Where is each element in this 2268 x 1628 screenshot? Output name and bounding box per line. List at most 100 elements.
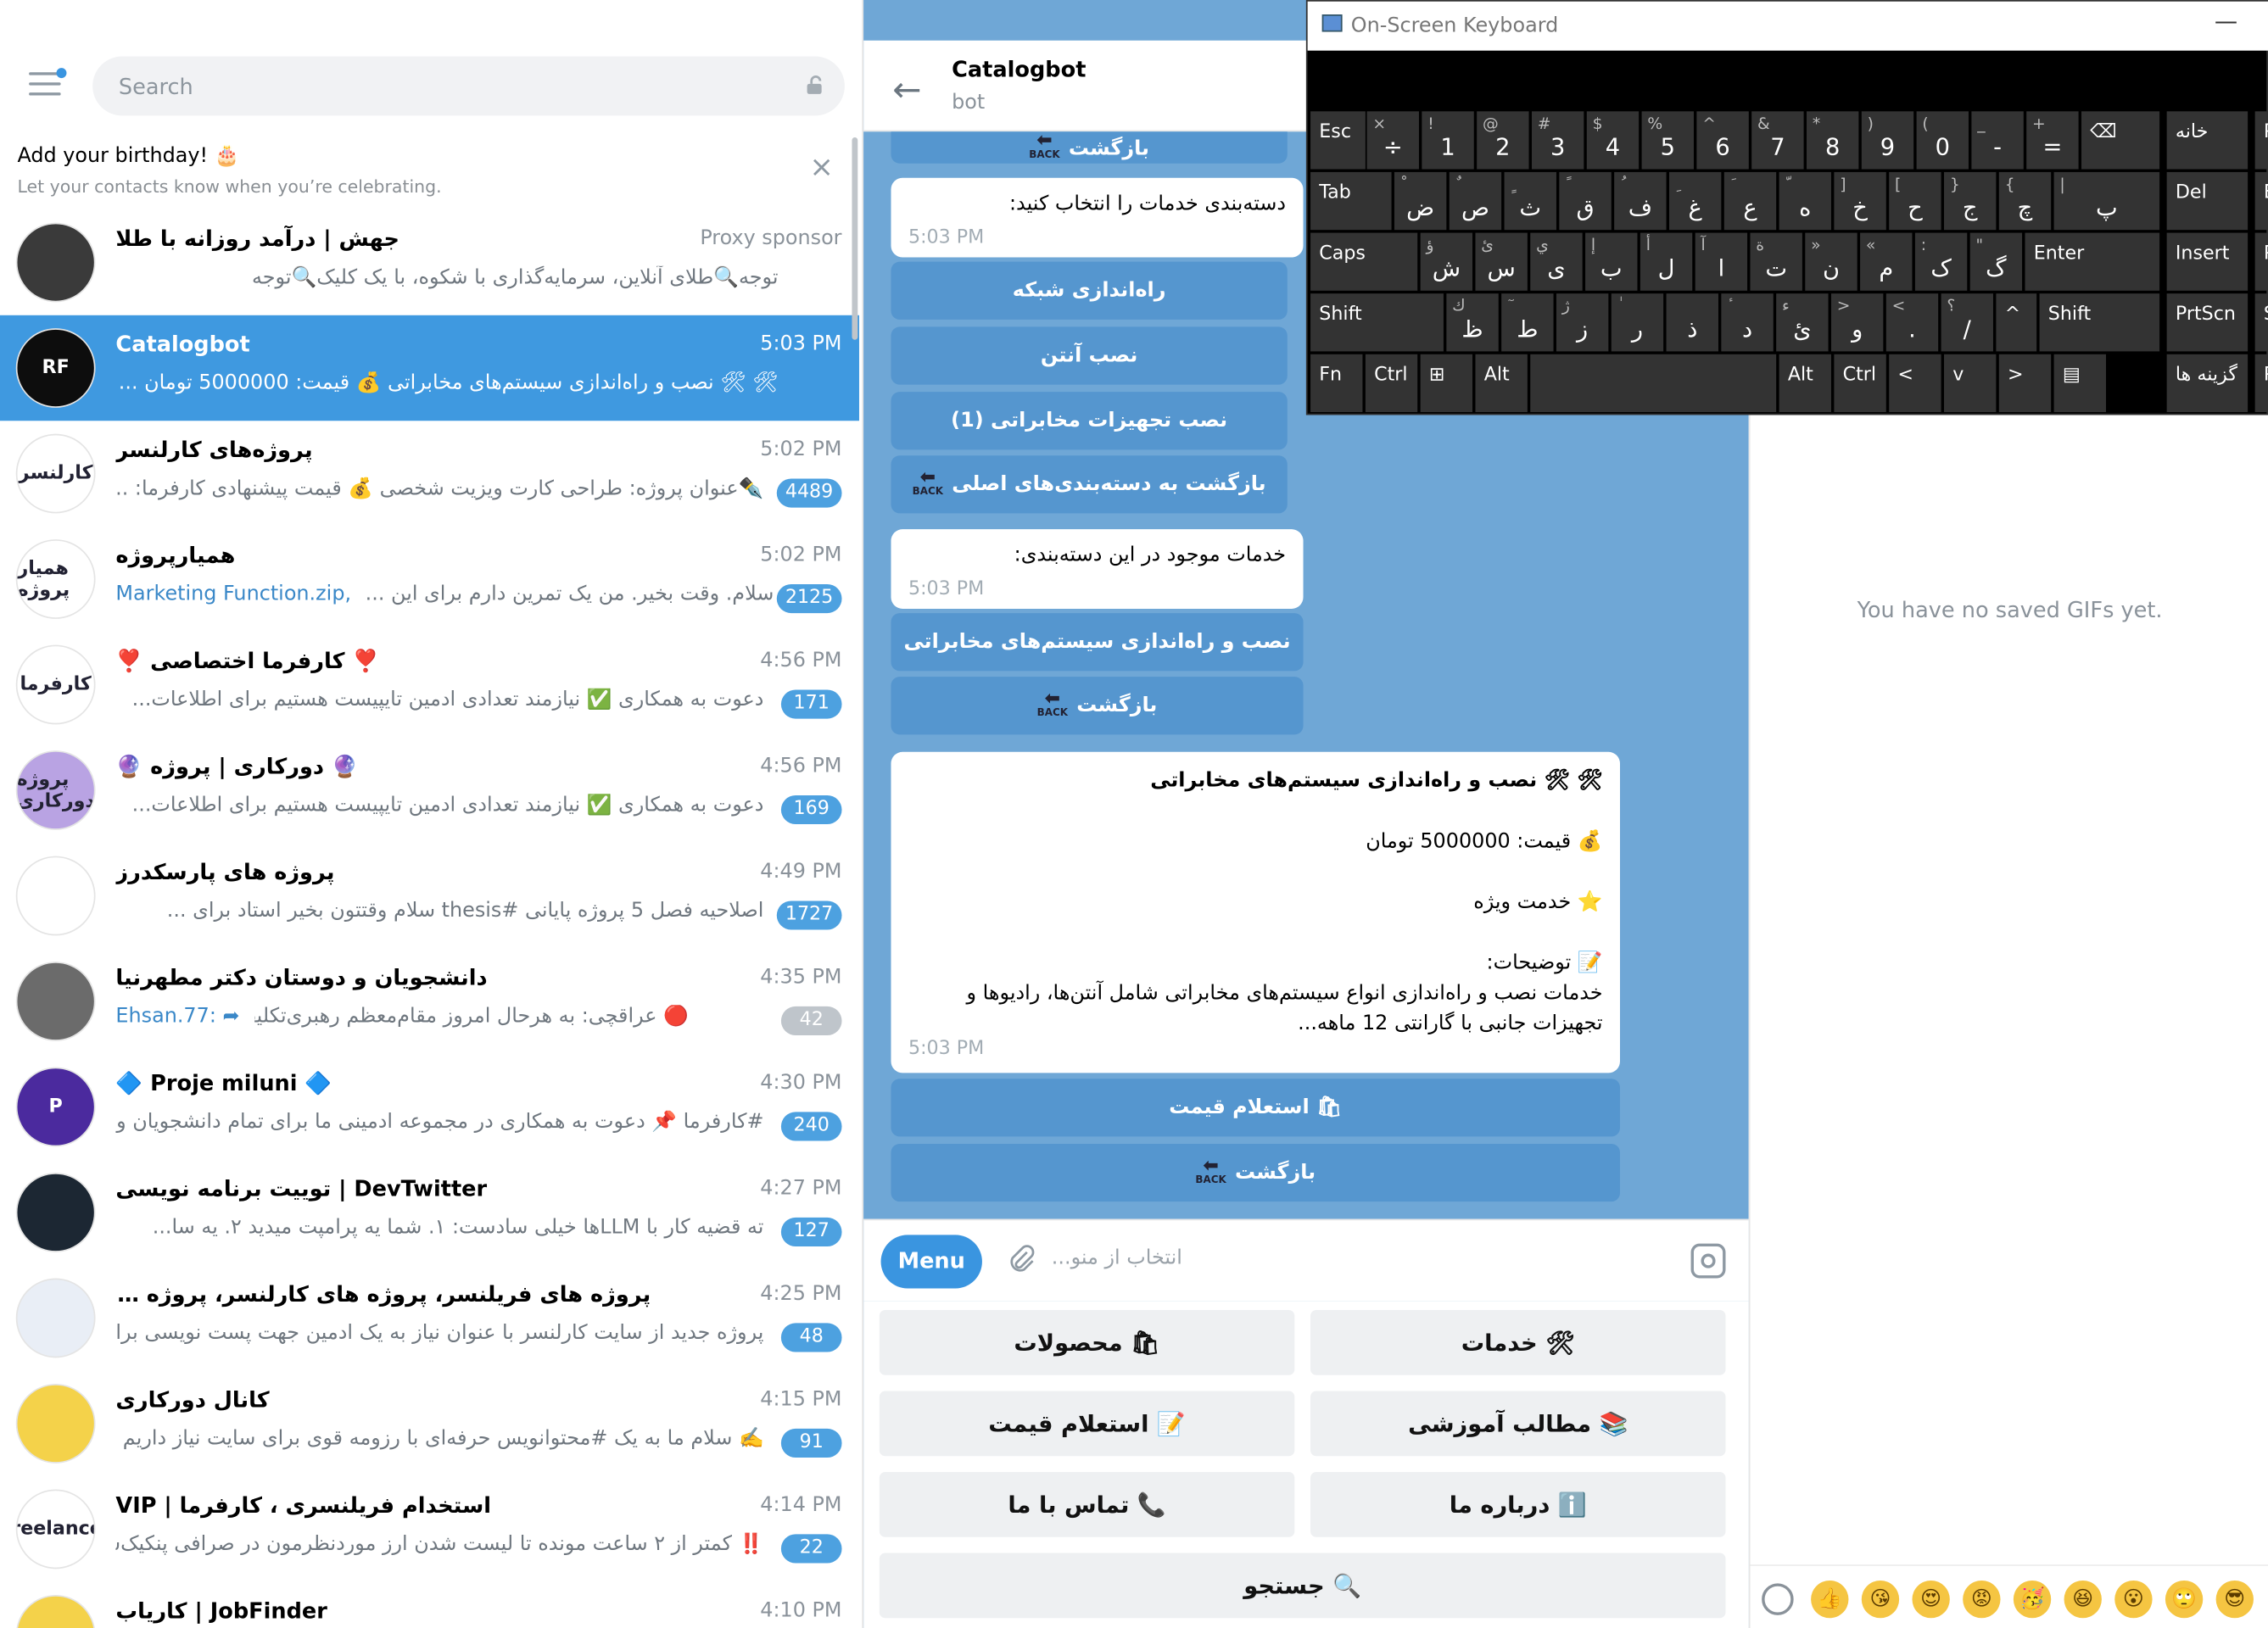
avatar[interactable]	[15, 1595, 96, 1628]
chat-row[interactable]: پروژه های فریلنسر، پروژه های کارلنسر، پر…	[0, 1265, 859, 1370]
osk-key[interactable]: أل	[1640, 232, 1693, 291]
osk-key[interactable]: } ج	[1944, 171, 1997, 231]
osk-key[interactable]: ) 9	[1861, 111, 1914, 170]
osk-key[interactable]	[1530, 354, 1777, 413]
chat-row[interactable]: DevTwitter | توییت برنامه نویسی 4:27 PM ته…	[0, 1160, 859, 1265]
osk-key[interactable]: Ctrl	[1365, 354, 1418, 413]
avatar[interactable]	[15, 1278, 96, 1358]
avatar[interactable]: RF	[15, 328, 96, 408]
inline-button-back[interactable]: بازگشت ⬅ BACK	[891, 677, 1304, 735]
emoji-icon[interactable]: 😎	[2215, 1580, 2254, 1619]
chat-row[interactable]: همیار پروژه همیارپروژه 5:02 PM سلام. وقت بخ…	[0, 527, 859, 632]
osk-key[interactable]: «م	[1860, 232, 1913, 291]
osk-key[interactable]: " گ	[1969, 232, 2023, 291]
osk-key[interactable]: ‌ذ	[1666, 293, 1718, 352]
osk-key[interactable]: | پ	[2053, 171, 2160, 231]
hamburger-menu-icon[interactable]	[29, 68, 67, 98]
osk-key[interactable]: × ÷	[1366, 111, 1419, 170]
osk-key[interactable]: * 8	[1806, 111, 1859, 170]
osk-key[interactable]: Del	[2166, 171, 2248, 231]
osk-key[interactable]: v	[1944, 354, 1997, 413]
reply-button-contact[interactable]: 📞 تماس با ما	[879, 1472, 1295, 1537]
avatar[interactable]: کارلنسر	[15, 433, 96, 514]
osk-key[interactable]: Enter	[2025, 232, 2160, 291]
inline-button-network-setup[interactable]: راه‌اندازی شبکه	[891, 261, 1288, 320]
emoji-icon[interactable]: 😍	[1912, 1580, 1950, 1619]
osk-key[interactable]: P	[2254, 232, 2268, 291]
chat-row[interactable]: کارفرما ❣️ کارفرما اختصاصی ❣️ 4:56 PM دعوت …	[0, 632, 859, 737]
chat-row[interactable]: جهش | درآمد روزانه با طلا Proxy sponsor تو…	[0, 209, 859, 315]
recent-clock-icon[interactable]	[1762, 1583, 1794, 1615]
osk-key[interactable]: َع	[1723, 171, 1777, 231]
chat-row[interactable]: کانال دورکاری 4:15 PM ✍️ سلام ما به یک #مح…	[0, 1371, 859, 1476]
osk-key[interactable]: ئس	[1475, 232, 1528, 291]
back-arrow-icon[interactable]: ←	[892, 70, 921, 110]
osk-key[interactable]: #3	[1531, 111, 1584, 170]
osk-key[interactable]: ْض	[1394, 171, 1447, 231]
osk-key[interactable]: % 5	[1641, 111, 1694, 170]
reply-button-search[interactable]: 🔍 جستجو	[879, 1553, 1726, 1619]
osk-key[interactable]: (0	[1916, 111, 1969, 170]
inline-button-back-partial[interactable]: بازگشت ⬅ BACK	[891, 131, 1288, 164]
osk-key[interactable]: Shift	[1310, 293, 1444, 352]
osk-key[interactable]: Shift	[2039, 293, 2160, 352]
osk-key[interactable]: S	[2254, 293, 2268, 352]
osk-key[interactable]: آا	[1695, 232, 1748, 291]
emoji-icon[interactable]: 😮	[2114, 1580, 2153, 1619]
search-box[interactable]	[92, 56, 845, 116]
avatar[interactable]	[15, 1384, 96, 1464]
osk-key[interactable]: Alt	[1475, 354, 1528, 413]
chat-row[interactable]: پروژه دورکاری 🔮 دورکاری | پروژه 🔮 4:56 PM د…	[0, 738, 859, 843]
osk-key[interactable]: Ctrl	[1834, 354, 1886, 413]
osk-key[interactable]: ژز	[1556, 293, 1609, 352]
reply-button-products[interactable]: 🛍 محصولات	[879, 1310, 1295, 1375]
osk-key[interactable]: ؟ /	[1941, 293, 1993, 352]
avatar[interactable]: Freelancer	[15, 1489, 96, 1569]
avatar[interactable]	[15, 1173, 96, 1252]
osk-key[interactable]: _ -	[1971, 111, 2024, 170]
reply-button-about[interactable]: ℹ️ درباره ما	[1310, 1472, 1726, 1537]
osk-key[interactable]: Insert	[2166, 232, 2248, 291]
osk-key[interactable]: ِغ	[1668, 171, 1722, 231]
osk-key[interactable]: > و	[1830, 293, 1884, 352]
osk-key[interactable]: ٌص	[1449, 171, 1502, 231]
inline-button-back-main[interactable]: بازگشت به دسته‌بندی‌های اصلی ⬅ BACK	[891, 455, 1288, 514]
osk-key[interactable]: خانه	[2166, 111, 2248, 170]
osk-key[interactable]: ⊞	[1420, 354, 1473, 413]
chat-row[interactable]: پروژه های پارسکدرز 4:49 PM اصلاحیه فصل 5 پ…	[0, 843, 859, 948]
inline-button-telecom-equipment[interactable]: نصب تجهیزات مخابراتی (1)	[891, 392, 1288, 450]
reply-button-tutorials[interactable]: 📚 مطالب آموزشی	[1310, 1391, 1726, 1457]
emoji-icon[interactable]: 😡	[1963, 1580, 2001, 1619]
avatar[interactable]	[15, 856, 96, 936]
avatar[interactable]: کارفرما	[15, 644, 96, 725]
osk-key[interactable]: ^ 6	[1696, 111, 1749, 170]
inline-button-price-inquiry[interactable]: 🛍 استعلام قیمت	[891, 1079, 1621, 1137]
message-input[interactable]: ...انتخاب از منو	[1052, 1246, 1659, 1269]
osk-key[interactable]: ؤش	[1420, 232, 1473, 291]
osk-key[interactable]: ًق	[1559, 171, 1612, 231]
avatar[interactable]: P	[15, 1067, 96, 1147]
osk-key[interactable]: Tab	[1310, 171, 1392, 231]
osk-key[interactable]: گزینه ها	[2166, 354, 2248, 413]
osk-key[interactable]: Esc	[1310, 111, 1366, 170]
reply-button-services[interactable]: 🛠 خدمات	[1310, 1310, 1726, 1375]
reply-button-price-inquiry[interactable]: 📝 استعلام قیمت	[879, 1391, 1295, 1457]
osk-key[interactable]: <.	[1885, 293, 1939, 352]
osk-key[interactable]: ^	[1996, 293, 2037, 352]
unlock-icon[interactable]	[804, 75, 824, 96]
osk-key[interactable]: $4	[1586, 111, 1640, 170]
osk-key[interactable]: ⌫	[2081, 111, 2160, 170]
osk-key[interactable]: يی	[1530, 232, 1583, 291]
emoji-icon[interactable]: 😆	[2064, 1580, 2102, 1619]
attach-icon[interactable]	[1005, 1244, 1037, 1283]
bot-menu-button[interactable]: Menu	[880, 1235, 982, 1289]
osk-key[interactable]: إب	[1585, 232, 1638, 291]
chat-row[interactable]: Freelancer استخدام فریلنسری ، کارفرما | V…	[0, 1476, 859, 1581]
chat-row[interactable]: P 🔷 Proje miluni 🔷 4:30 PM #کارفرما 📌 دعوت …	[0, 1054, 859, 1159]
osk-key[interactable]: :ک	[1914, 232, 1968, 291]
minimize-icon[interactable]: —	[2215, 8, 2237, 35]
emoji-icon[interactable]: 👍	[1811, 1580, 1849, 1619]
emoji-icon[interactable]: 🙄	[2165, 1580, 2204, 1619]
osk-key[interactable]: @2	[1477, 111, 1529, 170]
chat-row[interactable]: کارلنسر پروژه‌های کارلنسر 5:02 PM ✒️عنوان پ…	[0, 421, 859, 526]
